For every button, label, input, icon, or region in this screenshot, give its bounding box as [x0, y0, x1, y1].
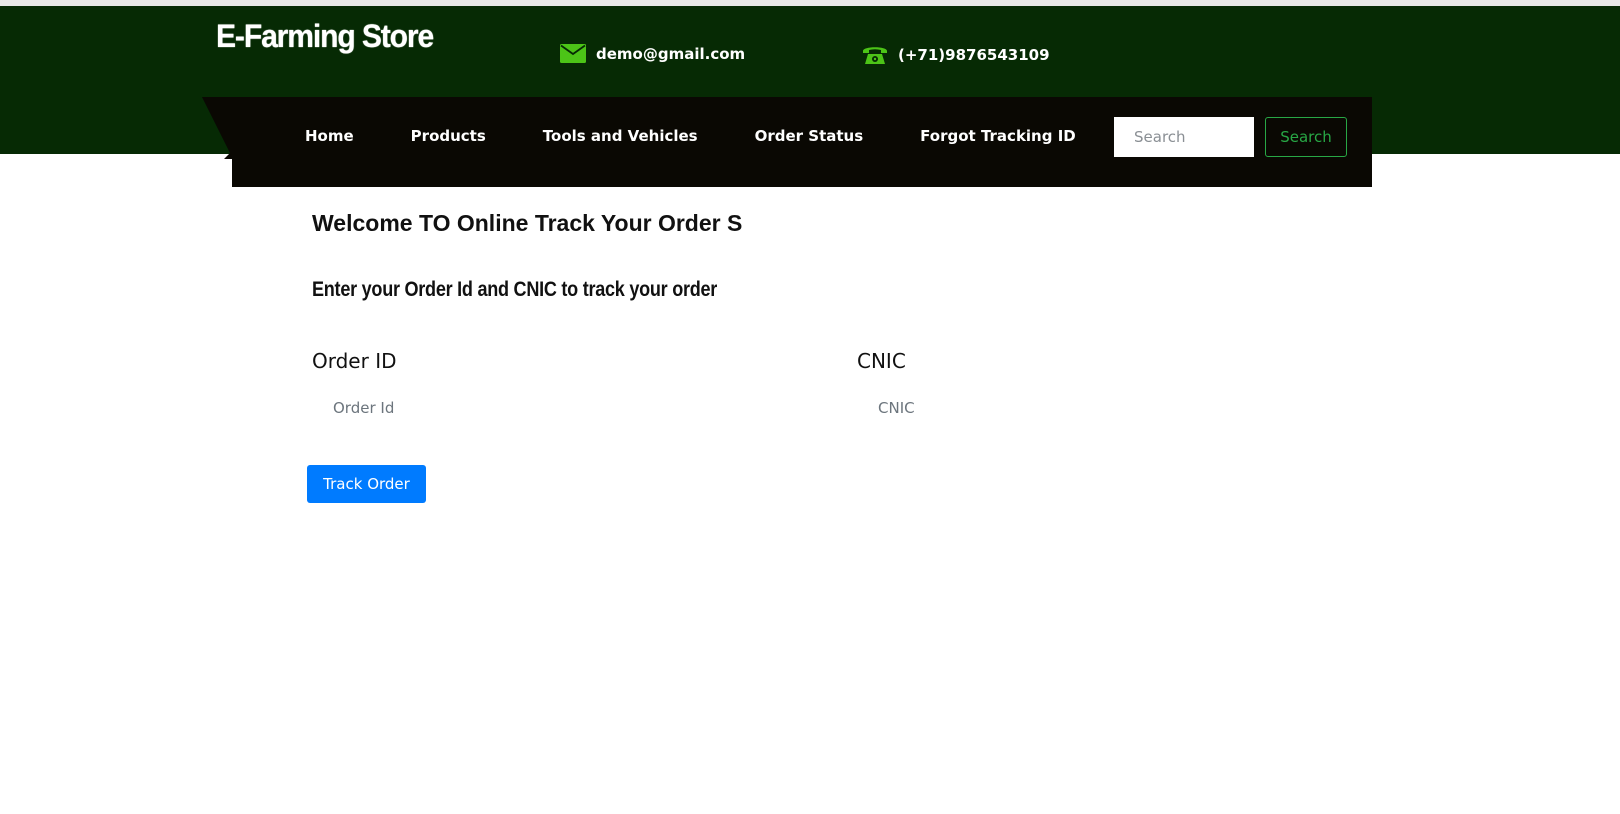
instructions-subtitle: Enter your Order Id and CNIC to track yo…: [312, 278, 718, 301]
cnic-label: CNIC: [857, 349, 906, 373]
email-text[interactable]: demo@gmail.com: [596, 45, 745, 63]
track-order-button[interactable]: Track Order: [307, 465, 426, 503]
telephone-icon: [862, 44, 888, 66]
order-id-input[interactable]: [312, 392, 832, 424]
brand-logo-text[interactable]: E-Farming Store: [216, 18, 434, 55]
phone-text[interactable]: (+71)9876543109: [898, 46, 1050, 64]
contact-email: demo@gmail.com: [560, 44, 745, 63]
nav-menu: Home Products Tools and Vehicles Order S…: [305, 97, 1076, 175]
search-button[interactable]: Search: [1265, 117, 1347, 157]
nav-products[interactable]: Products: [411, 127, 486, 145]
cnic-input[interactable]: [857, 392, 1377, 424]
envelope-icon: [560, 44, 586, 63]
page-title: Welcome TO Online Track Your Order S: [312, 210, 743, 236]
search-input[interactable]: [1114, 117, 1254, 157]
nav-tools-and-vehicles[interactable]: Tools and Vehicles: [543, 127, 698, 145]
nav-home[interactable]: Home: [305, 127, 354, 145]
order-id-label: Order ID: [312, 349, 397, 373]
nav-order-status[interactable]: Order Status: [755, 127, 864, 145]
nav-forgot-tracking-id[interactable]: Forgot Tracking ID: [920, 127, 1076, 145]
contact-phone: (+71)9876543109: [862, 44, 1050, 66]
